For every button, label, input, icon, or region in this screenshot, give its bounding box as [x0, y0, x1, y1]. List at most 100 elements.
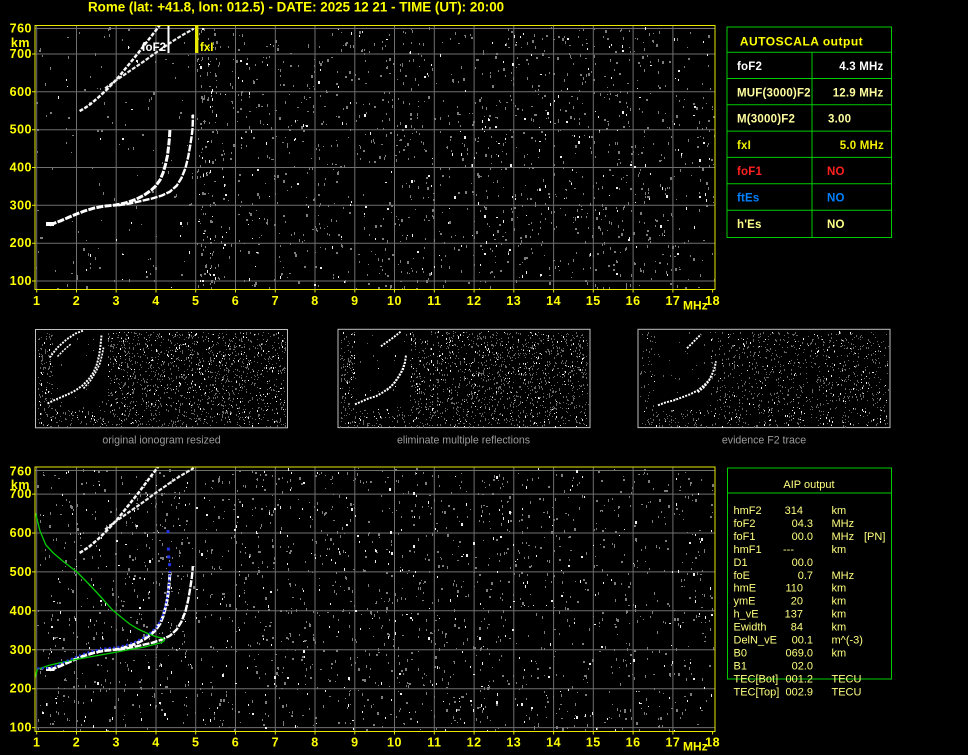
svg-text:6: 6	[232, 294, 239, 308]
svg-text:Ewidth: Ewidth	[734, 622, 767, 634]
svg-text:---: ---	[783, 544, 794, 556]
svg-text:[PN]: [PN]	[864, 531, 885, 543]
svg-text:foF1: foF1	[734, 531, 756, 543]
svg-text:300: 300	[10, 643, 32, 657]
svg-text:fxI: fxI	[200, 42, 213, 54]
svg-text:1: 1	[33, 294, 40, 308]
svg-text:km: km	[832, 544, 847, 556]
svg-text:600: 600	[10, 526, 32, 540]
svg-text:foF1: foF1	[737, 166, 762, 178]
svg-text:13: 13	[506, 294, 521, 308]
svg-text:137: 137	[785, 609, 803, 621]
svg-text:km: km	[832, 648, 847, 660]
svg-text:km: km	[832, 583, 847, 595]
svg-text:TEC[Top]: TEC[Top]	[734, 686, 780, 698]
svg-text:17: 17	[665, 736, 680, 750]
svg-text:NO: NO	[827, 219, 845, 231]
svg-text:11: 11	[427, 294, 441, 308]
svg-text:760: 760	[10, 22, 32, 36]
svg-text:200: 200	[10, 682, 32, 696]
svg-text:2: 2	[73, 294, 80, 308]
svg-text:km: km	[832, 505, 847, 517]
svg-text:MUF(3000)F2: MUF(3000)F2	[737, 87, 811, 99]
svg-text:700: 700	[10, 487, 32, 501]
svg-text:4: 4	[152, 736, 159, 750]
svg-text:fxI: fxI	[737, 140, 751, 152]
svg-text:12: 12	[467, 294, 482, 308]
svg-text:500: 500	[10, 565, 32, 579]
svg-text:069.0: 069.0	[785, 648, 813, 660]
svg-text:500: 500	[10, 123, 32, 137]
svg-text:TECU: TECU	[832, 686, 862, 698]
svg-text:6: 6	[232, 736, 239, 750]
svg-text:10: 10	[387, 294, 402, 308]
svg-text:700: 700	[10, 47, 32, 61]
svg-text:Rome (lat: +41.8, lon: 012.5): Rome (lat: +41.8, lon: 012.5) - DATE: 20…	[88, 0, 504, 15]
svg-text:16: 16	[626, 736, 641, 750]
svg-text:5.0 MHz: 5.0 MHz	[840, 140, 884, 152]
svg-text:D1: D1	[734, 557, 748, 569]
svg-text:8: 8	[311, 294, 318, 308]
svg-text:7: 7	[272, 736, 279, 750]
svg-text:600: 600	[10, 85, 32, 99]
svg-text:12.9 MHz: 12.9 MHz	[833, 87, 884, 99]
svg-text:200: 200	[10, 236, 32, 250]
svg-text:M(3000)F2: M(3000)F2	[737, 114, 795, 126]
svg-text:1: 1	[33, 736, 40, 750]
svg-text:m^(-3): m^(-3)	[832, 635, 863, 647]
svg-text:3.00: 3.00	[828, 114, 851, 126]
svg-text:2: 2	[73, 736, 80, 750]
svg-text:100: 100	[10, 721, 32, 735]
svg-text:ftEs: ftEs	[737, 193, 760, 205]
svg-text:13: 13	[506, 736, 521, 750]
svg-text:km: km	[832, 609, 847, 621]
svg-text:foE: foE	[734, 570, 751, 582]
svg-text:400: 400	[10, 161, 32, 175]
svg-text:TEC[Bot]: TEC[Bot]	[734, 673, 779, 685]
svg-text:AIP output: AIP output	[783, 479, 834, 491]
svg-text:AUTOSCALA output: AUTOSCALA output	[740, 35, 863, 49]
svg-text:300: 300	[10, 198, 32, 212]
svg-text:02.0: 02.0	[792, 660, 813, 672]
svg-text:eliminate multiple reflections: eliminate multiple reflections	[397, 435, 530, 447]
svg-text:NO: NO	[827, 193, 845, 205]
svg-text:9: 9	[351, 736, 358, 750]
svg-text:002.9: 002.9	[785, 686, 813, 698]
svg-text:B0: B0	[734, 648, 747, 660]
svg-text:4.3 MHz: 4.3 MHz	[839, 61, 883, 73]
svg-text:8: 8	[311, 736, 318, 750]
svg-text:760: 760	[10, 465, 32, 479]
svg-text:km: km	[832, 596, 847, 608]
svg-text:110: 110	[785, 583, 803, 595]
svg-text:14: 14	[546, 294, 561, 308]
svg-text:MHz: MHz	[832, 570, 855, 582]
svg-text:11: 11	[427, 736, 441, 750]
svg-text:DelN_vE: DelN_vE	[734, 635, 777, 647]
svg-text:20: 20	[791, 596, 803, 608]
svg-text:100: 100	[10, 274, 32, 288]
svg-text:0.7: 0.7	[798, 570, 813, 582]
svg-text:5: 5	[192, 294, 199, 308]
svg-text:15: 15	[586, 736, 601, 750]
svg-text:4: 4	[152, 294, 159, 308]
svg-text:MHz: MHz	[683, 299, 708, 313]
svg-text:hmF1: hmF1	[734, 544, 762, 556]
svg-text:h_vE: h_vE	[734, 609, 759, 621]
svg-text:00.0: 00.0	[792, 531, 813, 543]
svg-text:00.0: 00.0	[792, 557, 813, 569]
svg-text:14: 14	[546, 736, 561, 750]
svg-text:12: 12	[467, 736, 482, 750]
svg-text:TECU: TECU	[832, 673, 862, 685]
svg-text:001.2: 001.2	[785, 673, 813, 685]
svg-text:17: 17	[665, 294, 680, 308]
svg-text:16: 16	[626, 294, 641, 308]
svg-text:B1: B1	[734, 660, 747, 672]
svg-text:ymE: ymE	[734, 596, 756, 608]
svg-text:04.3: 04.3	[792, 518, 813, 530]
svg-text:9: 9	[351, 294, 358, 308]
svg-text:15: 15	[586, 294, 601, 308]
svg-text:h'Es: h'Es	[737, 219, 762, 231]
svg-text:84: 84	[791, 622, 803, 634]
svg-text:3: 3	[112, 736, 119, 750]
svg-text:5: 5	[192, 736, 199, 750]
